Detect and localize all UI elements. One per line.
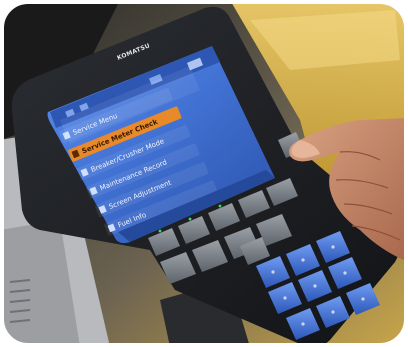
photo-scene: KOMATSU Service Menu Service Meter Check B…	[0, 0, 408, 347]
